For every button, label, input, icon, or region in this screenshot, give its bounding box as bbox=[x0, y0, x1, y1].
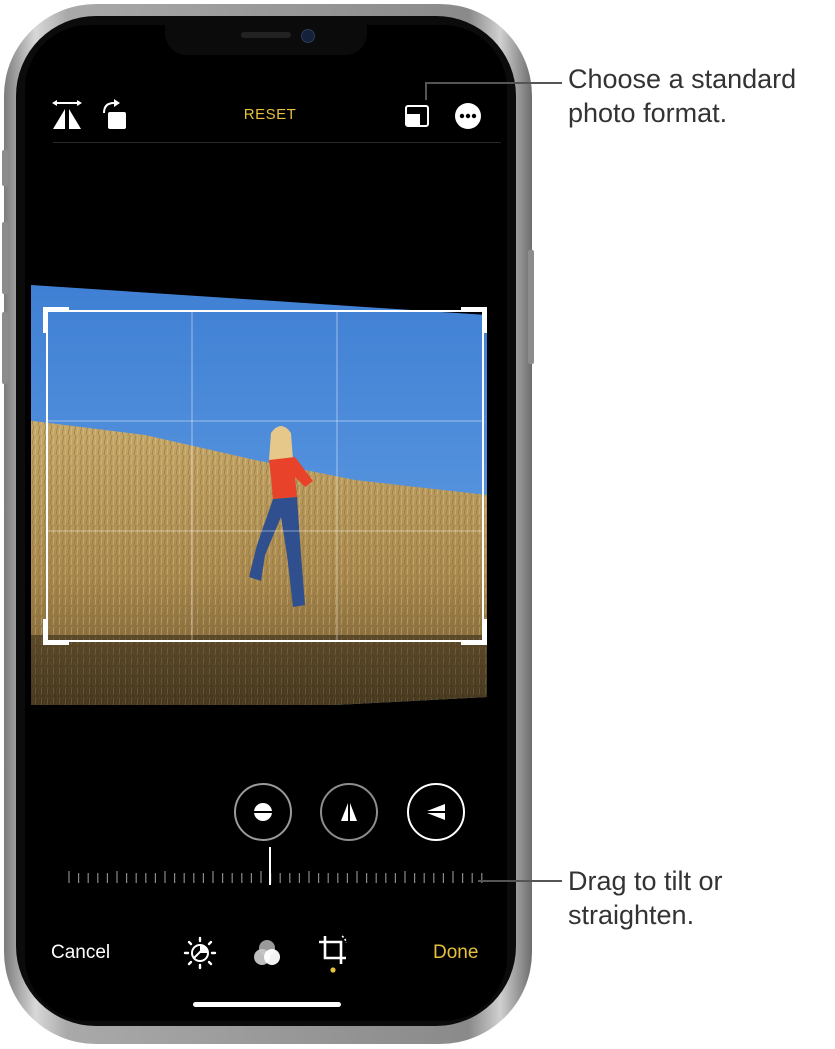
more-icon bbox=[455, 103, 481, 129]
filters-icon bbox=[254, 940, 280, 965]
filters-tool-button[interactable] bbox=[247, 933, 287, 973]
tilt-callout-line bbox=[478, 880, 562, 882]
format-callout-text: Choose a standard photo format. bbox=[568, 64, 797, 128]
format-callout-drop bbox=[425, 82, 427, 100]
flip-icon bbox=[52, 100, 82, 129]
straighten-icon bbox=[251, 803, 275, 821]
volume-up-button bbox=[2, 222, 8, 294]
horizontal-perspective-button[interactable] bbox=[407, 783, 465, 841]
vertical-perspective-button[interactable] bbox=[320, 783, 378, 841]
phone-bezel: RESET Cancel Done bbox=[16, 16, 516, 1026]
reset-button[interactable]: RESET bbox=[220, 106, 320, 123]
format-callout-line bbox=[425, 82, 562, 84]
photo-canvas[interactable] bbox=[25, 255, 507, 705]
adjust-tool-button[interactable] bbox=[180, 933, 220, 973]
rotate-icon bbox=[103, 99, 126, 129]
volume-down-button bbox=[2, 312, 8, 384]
flip-button[interactable] bbox=[49, 97, 85, 133]
vertical-perspective-icon bbox=[341, 803, 357, 821]
aspect-ratio-button[interactable] bbox=[400, 99, 434, 133]
notch bbox=[165, 25, 367, 55]
photo-image bbox=[31, 285, 487, 705]
screen: RESET Cancel Done bbox=[25, 25, 507, 1021]
tilt-dial[interactable] bbox=[61, 847, 491, 887]
crop-icon bbox=[319, 935, 347, 973]
front-camera bbox=[301, 29, 315, 43]
side-button bbox=[528, 250, 534, 364]
horizontal-perspective-icon bbox=[427, 804, 445, 820]
aspect-ratio-icon bbox=[405, 105, 429, 127]
crop-tool-button[interactable] bbox=[313, 931, 353, 975]
adjust-icon bbox=[183, 936, 217, 970]
home-indicator[interactable] bbox=[193, 1002, 341, 1007]
speaker-grille bbox=[241, 32, 291, 38]
mute-switch bbox=[2, 150, 8, 186]
more-options-button[interactable] bbox=[451, 99, 485, 133]
tilt-callout-text: Drag to tilt or straighten. bbox=[568, 866, 723, 930]
toolbar-divider bbox=[53, 142, 501, 143]
done-button[interactable]: Done bbox=[433, 942, 478, 964]
rotate-button[interactable] bbox=[95, 97, 131, 133]
straighten-button[interactable] bbox=[234, 783, 292, 841]
cancel-button[interactable]: Cancel bbox=[51, 942, 110, 964]
